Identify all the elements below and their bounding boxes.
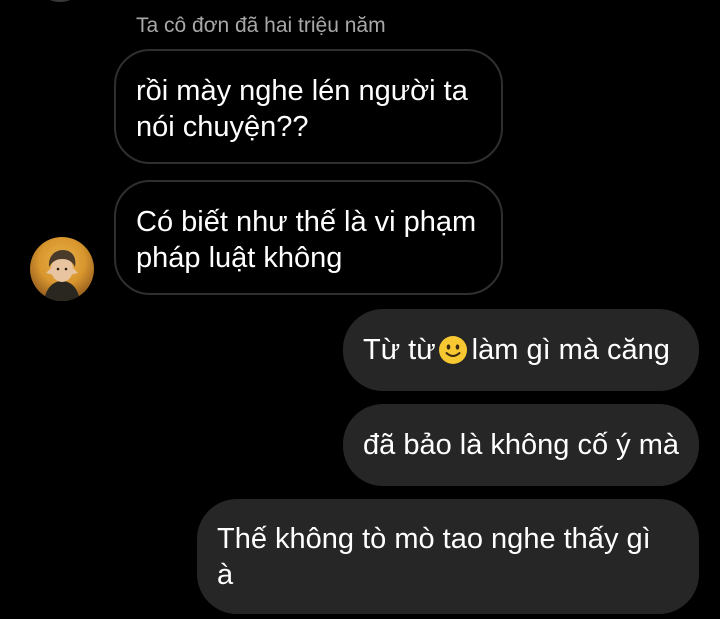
message-bubble-outgoing[interactable]: Thế không tò mò tao nghe thấy gì à (197, 499, 699, 614)
slightly-smiling-face-emoji-icon (438, 336, 467, 364)
message-bubble-incoming[interactable]: Có biết như thế là vi phạm pháp luật khô… (114, 180, 503, 295)
avatar-photo-icon (44, 250, 80, 301)
message-text: Thế không tò mò tao nghe thấy gì à (217, 523, 651, 591)
message-text-part: làm gì mà căng (471, 334, 670, 366)
message-bubble-outgoing[interactable]: Từ từ làm gì mà căng (343, 309, 699, 391)
message-text-part: Từ từ (363, 334, 436, 366)
message-bubble-incoming[interactable]: rồi mày nghe lén người ta nói chuyện?? (114, 49, 503, 164)
message-bubble-outgoing[interactable]: đã bảo là không cố ý mà (343, 404, 699, 486)
message-text: Có biết như thế là vi phạm pháp luật khô… (136, 206, 477, 274)
sender-avatar[interactable] (30, 237, 94, 301)
message-text: Từ từ làm gì mà căng (363, 332, 670, 368)
message-text: đã bảo là không cố ý mà (363, 429, 679, 461)
previous-avatar[interactable] (40, 0, 80, 2)
sender-name: Ta cô đơn đã hai triệu năm (136, 14, 386, 37)
message-text: rồi mày nghe lén người ta nói chuyện?? (136, 75, 468, 143)
